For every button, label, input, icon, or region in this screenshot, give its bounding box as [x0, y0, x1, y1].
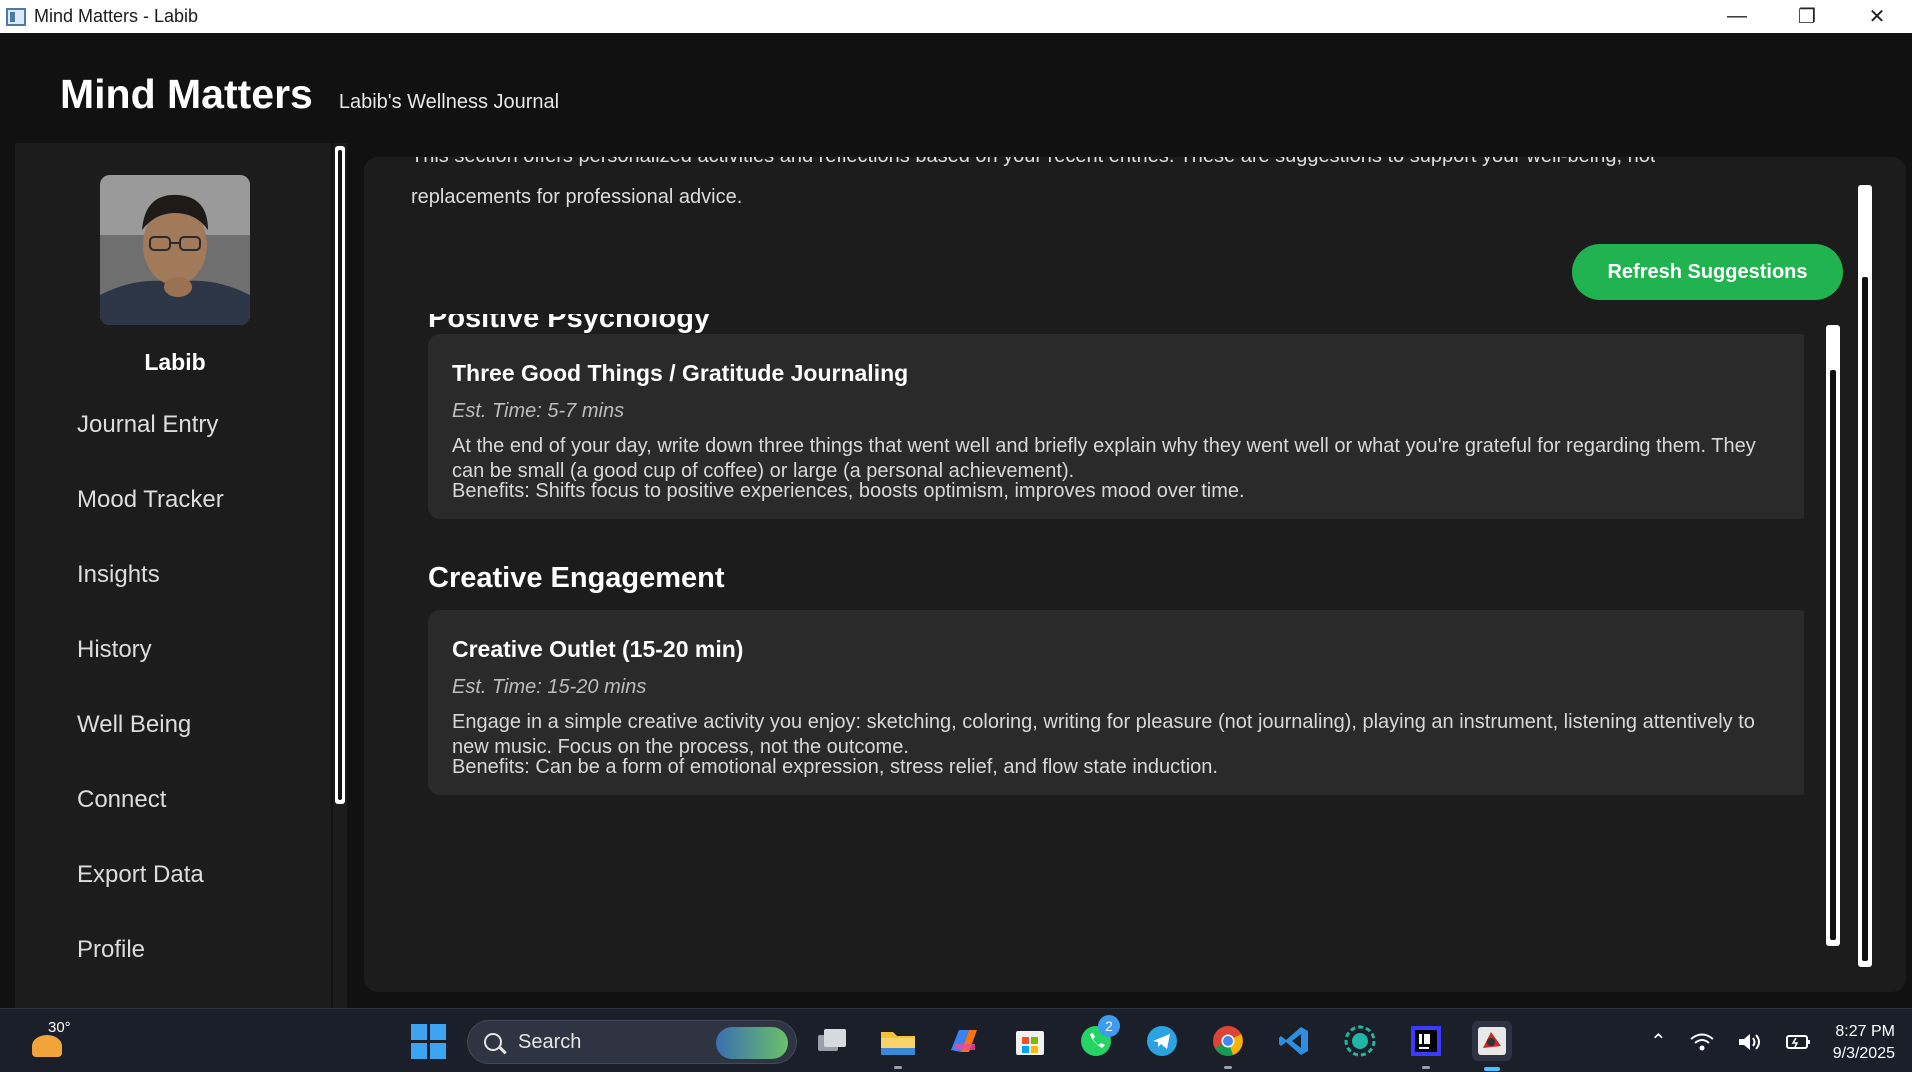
username: Labib: [144, 349, 206, 375]
active-indicator: [1484, 1067, 1500, 1071]
main-panel: This section offers personalized activit…: [364, 157, 1906, 992]
app-header: Mind Matters Labib's Wellness Journal: [60, 71, 559, 118]
intro-line-1: This section offers personalized activit…: [411, 157, 1655, 172]
clock-time: 8:27 PM: [1835, 1023, 1895, 1040]
suggestions-scroll-area[interactable]: Positive Psychology Three Good Things / …: [404, 314, 1804, 954]
card-title: Three Good Things / Gratitude Journaling: [452, 360, 909, 386]
close-button[interactable]: ✕: [1842, 0, 1912, 33]
running-indicator: [894, 1066, 902, 1069]
card-benefits: Benefits: Shifts focus to positive exper…: [452, 480, 1245, 502]
telegram-icon[interactable]: [1142, 1021, 1182, 1061]
clock-date: 9/3/2025: [1832, 1045, 1895, 1062]
sidebar-item-connect[interactable]: Connect: [77, 786, 224, 861]
card-time: Est. Time: 15-20 mins: [452, 676, 647, 698]
vscode-icon[interactable]: [1274, 1021, 1314, 1061]
system-clock[interactable]: 8:27 PM 9/3/2025: [1815, 1021, 1895, 1065]
brand-title: Mind Matters: [60, 71, 313, 117]
search-highlight-image: [716, 1027, 788, 1059]
sidebar-item-insights[interactable]: Insights: [77, 561, 224, 636]
refresh-suggestions-button[interactable]: Refresh Suggestions: [1572, 244, 1843, 300]
card-benefits: Benefits: Can be a form of emotional exp…: [452, 756, 1218, 778]
volume-icon[interactable]: [1737, 1031, 1763, 1053]
section-title-creative-engagement: Creative Engagement: [428, 562, 725, 594]
file-explorer-icon[interactable]: [878, 1021, 918, 1069]
window-controls: — ❐ ✕: [1702, 0, 1912, 33]
avatar: [100, 175, 250, 325]
intro-line-1-text: This section offers personalized activit…: [411, 157, 1655, 169]
suggestion-card: Three Good Things / Gratitude Journaling…: [428, 334, 1804, 519]
system-tray: ⌃: [1650, 1029, 1813, 1054]
start-button[interactable]: [408, 1021, 448, 1061]
suggestion-card: Creative Outlet (15-20 min) Est. Time: 1…: [428, 610, 1804, 795]
brand-subtitle: Labib's Wellness Journal: [338, 91, 560, 113]
search-label: Search: [518, 1030, 582, 1053]
app-window-icon: [6, 7, 26, 26]
mind-matters-app-icon[interactable]: [1472, 1021, 1512, 1071]
task-view-icon[interactable]: [812, 1021, 852, 1061]
card-description: At the end of your day, write down three…: [452, 435, 1756, 482]
card-description: Engage in a simple creative activity you…: [452, 711, 1755, 758]
chrome-icon[interactable]: [1208, 1021, 1248, 1069]
chevron-up-icon[interactable]: ⌃: [1650, 1029, 1667, 1054]
maximize-button[interactable]: ❐: [1772, 0, 1842, 33]
sidebar-nav: Journal Entry Mood Tracker Insights Hist…: [77, 411, 224, 1011]
window-title: Mind Matters - Labib: [34, 6, 199, 26]
intellij-icon[interactable]: [1406, 1021, 1446, 1069]
sidebar-item-journal-entry[interactable]: Journal Entry: [77, 411, 224, 486]
notification-badge: 2: [1098, 1015, 1120, 1037]
app-window: Mind Matters Labib's Wellness Journal La…: [0, 33, 1912, 1008]
weather-icon: [32, 1035, 62, 1057]
card-time: Est. Time: 5-7 mins: [452, 400, 625, 422]
card-title: Creative Outlet (15-20 min): [452, 636, 744, 662]
whatsapp-icon[interactable]: 2: [1076, 1015, 1120, 1061]
running-indicator: [1422, 1066, 1430, 1069]
sidebar-item-well-being[interactable]: Well Being: [77, 711, 224, 786]
battery-icon[interactable]: [1785, 1032, 1813, 1052]
sidebar: Labib Journal Entry Mood Tracker Insight…: [15, 143, 331, 1008]
section-title-positive-psychology: Positive Psychology: [428, 314, 711, 334]
sidebar-item-mood-tracker[interactable]: Mood Tracker: [77, 486, 224, 561]
minimize-button[interactable]: —: [1702, 0, 1772, 33]
inner-scrollbar[interactable]: [1826, 325, 1840, 946]
microsoft-store-icon[interactable]: [1010, 1021, 1050, 1061]
sidebar-scrollbar-thumb[interactable]: [335, 146, 345, 804]
sidebar-item-history[interactable]: History: [77, 636, 224, 711]
sidebar-item-profile[interactable]: Profile: [77, 936, 224, 1011]
taskbar-search[interactable]: Search: [467, 1020, 797, 1064]
search-icon: [484, 1033, 502, 1051]
screen-recorder-icon[interactable]: [1340, 1021, 1380, 1061]
copilot-icon[interactable]: [944, 1021, 984, 1061]
window-title-bar: Mind Matters - Labib — ❐ ✕: [0, 0, 1912, 33]
sidebar-item-export-data[interactable]: Export Data: [77, 861, 224, 936]
running-indicator: [1224, 1066, 1232, 1069]
windows-logo-icon: [410, 1023, 446, 1059]
intro-line-2: replacements for professional advice.: [411, 186, 743, 208]
taskbar: 30° Search 2 ⌃ 8:27 PM 9/3/2025: [0, 1008, 1912, 1072]
wifi-icon[interactable]: [1689, 1032, 1715, 1052]
weather-temp: 30°: [48, 1019, 71, 1036]
weather-widget[interactable]: 30°: [28, 1019, 88, 1061]
outer-scrollbar[interactable]: [1858, 185, 1872, 967]
